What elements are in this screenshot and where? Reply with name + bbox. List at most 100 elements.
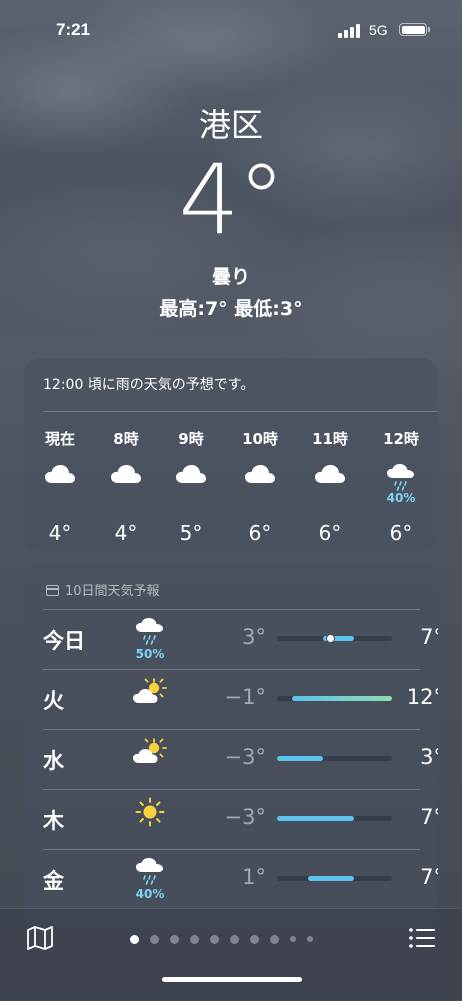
daily-row[interactable]: 水 −3° 3° xyxy=(24,729,438,789)
day-label: 水 xyxy=(43,749,64,773)
partly-sunny-icon xyxy=(132,738,168,769)
temp-range-track xyxy=(277,816,392,821)
hourly-item: 12時 40% 6° xyxy=(371,428,431,545)
divider xyxy=(43,411,438,412)
low-temp: 3° xyxy=(242,625,266,649)
temp-range-bar xyxy=(277,756,323,761)
hour-label: 現在 xyxy=(44,430,75,448)
divider xyxy=(43,849,420,850)
hour-temp: 6° xyxy=(389,521,413,545)
partly-sunny-icon xyxy=(132,678,168,709)
divider xyxy=(43,729,420,730)
page-dot[interactable] xyxy=(130,934,139,944)
temp-range-track xyxy=(277,756,392,761)
page-dot[interactable] xyxy=(150,934,159,944)
daily-row[interactable]: 金 40% 1° 7° xyxy=(24,849,438,909)
daily-row[interactable]: 今日 50% 3° 7° xyxy=(24,609,438,669)
daily-header: 10日間天気予報 xyxy=(46,580,160,599)
page-dot[interactable] xyxy=(290,936,296,942)
hour-temp: 5° xyxy=(179,521,203,545)
hour-label: 9時 xyxy=(178,430,204,448)
hour-label: 12時 xyxy=(383,430,419,448)
precip-chance: 50% xyxy=(135,647,165,661)
daily-row[interactable]: 火 −1° 12° xyxy=(24,669,438,729)
page-dot[interactable] xyxy=(230,934,239,944)
low-temp: 1° xyxy=(242,865,266,889)
temp-range-track xyxy=(277,696,392,701)
hour-temp: 6° xyxy=(248,521,272,545)
high-temp: 12° xyxy=(406,685,438,709)
hourly-item: 11時 6° xyxy=(300,428,360,545)
temp-range-track xyxy=(277,633,392,643)
day-label: 木 xyxy=(43,809,64,833)
temp-range-track xyxy=(277,876,392,881)
bottom-toolbar xyxy=(0,908,462,1001)
calendar-icon xyxy=(46,585,59,596)
cloud-icon xyxy=(314,465,346,489)
page-indicator[interactable] xyxy=(130,933,313,945)
status-time: 7:21 xyxy=(56,20,91,39)
hourly-forecast-card[interactable]: 12:00 頃に雨の天気の予想です。 現在 4° 8時 4° 9時 5° 10時 6° 11時 6… xyxy=(24,358,438,551)
hour-label: 10時 xyxy=(242,430,278,448)
low-temp: −3° xyxy=(224,745,266,769)
hourly-item: 8時 4° xyxy=(96,428,156,545)
high-temp: 7° xyxy=(420,865,438,889)
high-temp: 7° xyxy=(420,805,438,829)
hourly-item: 10時 6° xyxy=(230,428,290,545)
low-temp: −3° xyxy=(224,805,266,829)
hour-temp: 6° xyxy=(318,521,342,545)
hour-label: 8時 xyxy=(113,430,139,448)
page-dot[interactable] xyxy=(250,934,259,944)
location-name: 港区 xyxy=(198,106,263,144)
home-indicator[interactable] xyxy=(162,977,302,982)
hourly-item: 現在 4° xyxy=(30,428,90,545)
hour-icon-wrap xyxy=(96,463,156,503)
high-temp: 3° xyxy=(420,745,438,769)
hour-temp: 4° xyxy=(48,521,72,545)
network-type: 5G xyxy=(369,22,388,38)
cloud-icon xyxy=(175,465,207,489)
high-temp: 7° xyxy=(420,625,438,649)
cloud-icon xyxy=(244,465,276,489)
current-temp-dot xyxy=(325,633,335,643)
hour-icon-wrap xyxy=(300,463,360,503)
page-dot[interactable] xyxy=(210,934,219,944)
battery-icon xyxy=(399,23,427,36)
hour-icon-wrap xyxy=(230,463,290,503)
day-icon-wrap: 40% xyxy=(130,857,170,901)
daily-row[interactable]: 木 −3° 7° xyxy=(24,789,438,849)
temp-range-bar xyxy=(292,696,392,701)
map-icon[interactable] xyxy=(26,925,54,951)
divider xyxy=(43,609,420,610)
hour-icon-wrap xyxy=(30,463,90,503)
hour-label: 11時 xyxy=(312,430,348,448)
hourly-item: 9時 5° xyxy=(161,428,221,545)
precip-chance: 40% xyxy=(386,491,416,505)
divider xyxy=(43,789,420,790)
day-icon-wrap xyxy=(130,737,170,781)
day-icon-wrap: 50% xyxy=(130,617,170,661)
day-label: 今日 xyxy=(43,629,85,653)
day-icon-wrap xyxy=(130,797,170,841)
page-dot[interactable] xyxy=(270,934,279,944)
hourly-summary: 12:00 頃に雨の天気の予想です。 xyxy=(43,377,255,393)
signal-icon xyxy=(338,24,362,38)
low-temp: −1° xyxy=(224,685,266,709)
hour-icon-wrap xyxy=(161,463,221,503)
daily-forecast-card[interactable]: 10日間天気予報 今日 50% 3° 7° 火 −1° 12° 水 −3° 3° 木 −3° 7° 金 40… xyxy=(24,565,438,925)
daily-header-label: 10日間天気予報 xyxy=(65,584,160,599)
page-dot[interactable] xyxy=(307,936,313,942)
page-dot[interactable] xyxy=(170,934,179,944)
cloud-icon xyxy=(110,465,142,489)
high-low: 最高:7° 最低:3° xyxy=(159,298,303,320)
list-icon[interactable] xyxy=(408,927,436,949)
day-label: 金 xyxy=(43,869,64,893)
divider xyxy=(43,669,420,670)
sun-icon xyxy=(135,797,165,831)
battery-tip xyxy=(428,27,430,32)
page-dot[interactable] xyxy=(190,934,199,944)
temp-range-bar xyxy=(277,816,354,821)
status-bar: 7:21 5G xyxy=(0,0,462,60)
day-icon-wrap xyxy=(130,677,170,721)
cloud-icon xyxy=(44,465,76,489)
